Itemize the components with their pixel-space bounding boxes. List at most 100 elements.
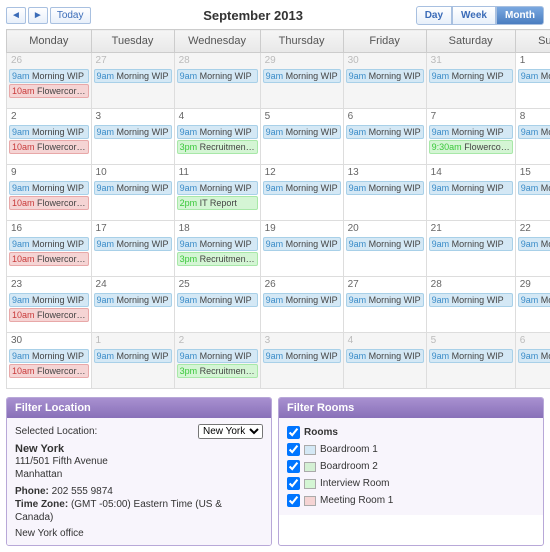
day-cell[interactable]: 99am Morning WIP10am Flowercor…	[7, 165, 92, 221]
day-cell[interactable]: 219am Morning WIP	[426, 221, 515, 277]
calendar-event[interactable]: 9am Morning WIP	[263, 237, 341, 251]
calendar-event[interactable]: 10am Flowercor…	[9, 84, 89, 98]
room-checkbox[interactable]	[287, 443, 300, 456]
room-checkbox[interactable]	[287, 460, 300, 473]
day-cell[interactable]: 169am Morning WIP10am Flowercor…	[7, 221, 92, 277]
calendar-event[interactable]: 9am Morning WIP	[346, 181, 424, 195]
calendar-event[interactable]: 9:30am Flowerco…	[429, 140, 513, 154]
calendar-event[interactable]: 9am Morning WIP	[346, 125, 424, 139]
room-checkbox[interactable]	[287, 477, 300, 490]
calendar-event[interactable]: 9am Morning WIP	[177, 181, 258, 195]
day-cell[interactable]: 239am Morning WIP10am Flowercor…	[7, 277, 92, 333]
calendar-event[interactable]: 9am Morning WIP	[346, 237, 424, 251]
calendar-event[interactable]: 9am Morning WIP	[9, 293, 89, 307]
day-cell[interactable]: 299am Morning WIP	[260, 53, 343, 109]
day-cell[interactable]: 39am Morning WIP	[91, 109, 174, 165]
calendar-event[interactable]: 10am Flowercor…	[9, 364, 89, 378]
calendar-event[interactable]: 9am Morning WIP	[263, 181, 341, 195]
calendar-event[interactable]: 9am Morning WIP	[429, 181, 513, 195]
calendar-event[interactable]: 9am Morning WIP	[9, 125, 89, 139]
day-cell[interactable]: 29am Morning WIP10am Flowercor…	[7, 109, 92, 165]
calendar-event[interactable]: 9am Morning WIP	[518, 237, 550, 251]
day-cell[interactable]: 199am Morning WIP	[260, 221, 343, 277]
day-cell[interactable]: 69am Morning WIP	[515, 333, 550, 389]
calendar-event[interactable]: 9am Morning WIP	[346, 349, 424, 363]
day-cell[interactable]: 209am Morning WIP	[343, 221, 426, 277]
day-cell[interactable]: 59am Morning WIP	[426, 333, 515, 389]
day-cell[interactable]: 129am Morning WIP	[260, 165, 343, 221]
day-cell[interactable]: 309am Morning WIP	[343, 53, 426, 109]
calendar-event[interactable]: 3pm Recruitmen…	[177, 364, 258, 378]
room-checkbox[interactable]	[287, 494, 300, 507]
day-cell[interactable]: 39am Morning WIP	[260, 333, 343, 389]
day-cell[interactable]: 49am Morning WIP3pm Recruitmen…	[174, 109, 260, 165]
calendar-event[interactable]: 10am Flowercor…	[9, 252, 89, 266]
calendar-event[interactable]: 9am Morning WIP	[429, 237, 513, 251]
calendar-event[interactable]: 9am Morning WIP	[94, 349, 172, 363]
calendar-event[interactable]: 9am Morning WIP	[94, 69, 172, 83]
calendar-event[interactable]: 9am Morning WIP	[346, 69, 424, 83]
calendar-event[interactable]: 9am Morning WIP	[429, 125, 513, 139]
prev-button[interactable]: ◄	[6, 7, 26, 24]
calendar-event[interactable]: 9am Morning WIP	[9, 69, 89, 83]
view-week-button[interactable]: Week	[452, 6, 496, 25]
calendar-event[interactable]: 9am Morning WIP	[429, 69, 513, 83]
day-cell[interactable]: 279am Morning WIP	[91, 53, 174, 109]
day-cell[interactable]: 139am Morning WIP	[343, 165, 426, 221]
day-cell[interactable]: 69am Morning WIP	[343, 109, 426, 165]
day-cell[interactable]: 109am Morning WIP	[91, 165, 174, 221]
day-cell[interactable]: 89am Morning WIP	[515, 109, 550, 165]
day-cell[interactable]: 289am Morning WIP	[174, 53, 260, 109]
calendar-event[interactable]: 9am Morning WIP	[94, 181, 172, 195]
calendar-event[interactable]: 3pm Recruitmen…	[177, 252, 258, 266]
next-button[interactable]: ►	[28, 7, 48, 24]
calendar-event[interactable]: 10am Flowercor…	[9, 308, 89, 322]
day-cell[interactable]: 29am Morning WIP3pm Recruitmen…	[174, 333, 260, 389]
calendar-event[interactable]: 2pm IT Report	[177, 196, 258, 210]
calendar-event[interactable]: 9am Morning WIP	[177, 349, 258, 363]
day-cell[interactable]: 319am Morning WIP	[426, 53, 515, 109]
rooms-all-checkbox[interactable]	[287, 426, 300, 439]
calendar-event[interactable]: 9am Morning WIP	[518, 293, 550, 307]
calendar-event[interactable]: 10am Flowercor…	[9, 140, 89, 154]
calendar-event[interactable]: 9am Morning WIP	[9, 181, 89, 195]
calendar-event[interactable]: 9am Morning WIP	[177, 69, 258, 83]
location-select[interactable]: New York	[198, 424, 263, 439]
calendar-event[interactable]: 9am Morning WIP	[346, 293, 424, 307]
calendar-event[interactable]: 9am Morning WIP	[177, 293, 258, 307]
calendar-event[interactable]: 9am Morning WIP	[177, 237, 258, 251]
calendar-event[interactable]: 10am Flowercor…	[9, 196, 89, 210]
calendar-event[interactable]: 9am Morning WIP	[94, 293, 172, 307]
day-cell[interactable]: 289am Morning WIP	[426, 277, 515, 333]
calendar-event[interactable]: 9am Morning WIP	[263, 293, 341, 307]
day-cell[interactable]: 149am Morning WIP	[426, 165, 515, 221]
day-cell[interactable]: 119am Morning WIP2pm IT Report	[174, 165, 260, 221]
day-cell[interactable]: 309am Morning WIP10am Flowercor…	[7, 333, 92, 389]
calendar-event[interactable]: 9am Morning WIP	[9, 349, 89, 363]
calendar-event[interactable]: 9am Morning WIP	[94, 125, 172, 139]
calendar-event[interactable]: 9am Morning WIP	[9, 237, 89, 251]
day-cell[interactable]: 159am Morning WIP	[515, 165, 550, 221]
calendar-event[interactable]: 9am Morning WIP	[518, 125, 550, 139]
day-cell[interactable]: 269am Morning WIP10am Flowercor…	[7, 53, 92, 109]
day-cell[interactable]: 249am Morning WIP	[91, 277, 174, 333]
calendar-event[interactable]: 9am Morning WIP	[518, 69, 550, 83]
day-cell[interactable]: 19am Morning WIP	[515, 53, 550, 109]
day-cell[interactable]: 19am Morning WIP	[91, 333, 174, 389]
day-cell[interactable]: 79am Morning WIP9:30am Flowerco…	[426, 109, 515, 165]
view-day-button[interactable]: Day	[416, 6, 452, 25]
calendar-event[interactable]: 9am Morning WIP	[263, 125, 341, 139]
day-cell[interactable]: 229am Morning WIP	[515, 221, 550, 277]
calendar-event[interactable]: 9am Morning WIP	[94, 237, 172, 251]
day-cell[interactable]: 59am Morning WIP	[260, 109, 343, 165]
day-cell[interactable]: 279am Morning WIP	[343, 277, 426, 333]
view-month-button[interactable]: Month	[496, 6, 544, 25]
day-cell[interactable]: 189am Morning WIP3pm Recruitmen…	[174, 221, 260, 277]
calendar-event[interactable]: 9am Morning WIP	[263, 69, 341, 83]
calendar-event[interactable]: 9am Morning WIP	[429, 349, 513, 363]
day-cell[interactable]: 49am Morning WIP	[343, 333, 426, 389]
today-button[interactable]: Today	[50, 7, 91, 24]
day-cell[interactable]: 259am Morning WIP	[174, 277, 260, 333]
day-cell[interactable]: 299am Morning WIP	[515, 277, 550, 333]
day-cell[interactable]: 179am Morning WIP	[91, 221, 174, 277]
